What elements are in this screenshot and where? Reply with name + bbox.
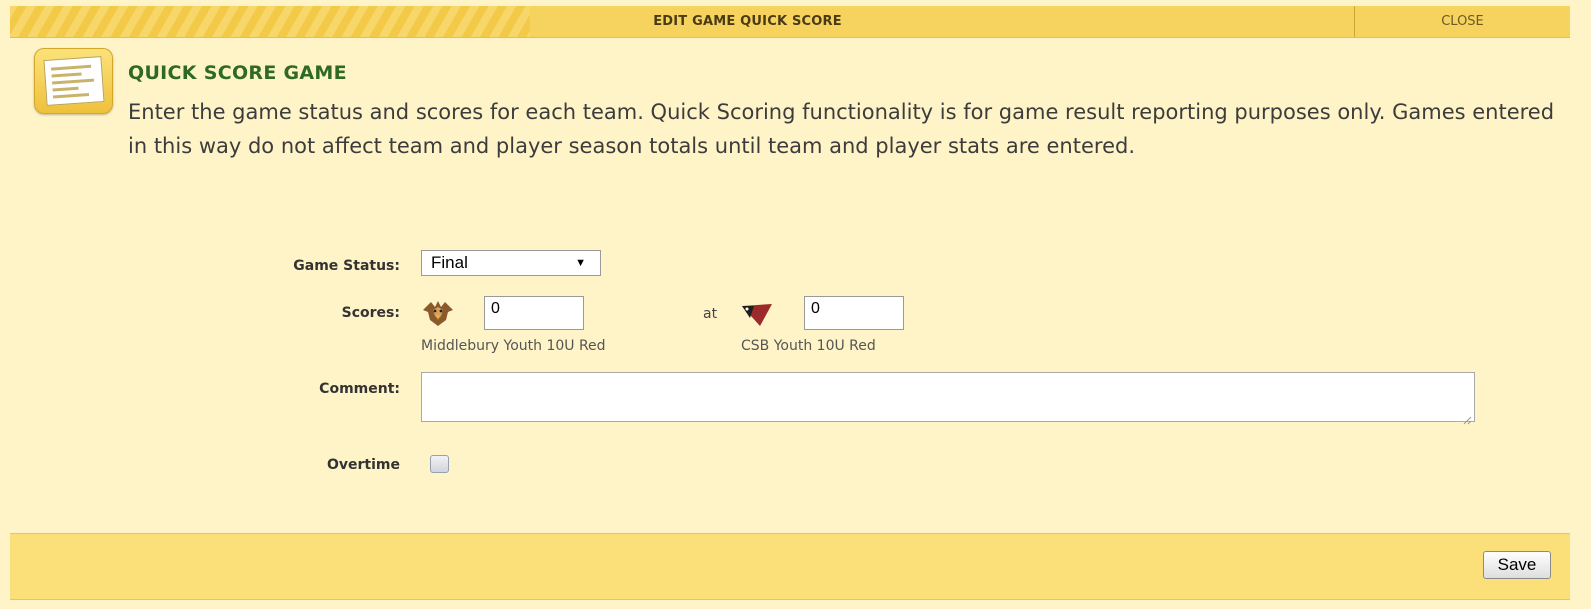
game-status-label: Game Status: xyxy=(293,258,400,274)
quick-score-dialog: EDIT GAME QUICK SCORE CLOSE QUICK SCORE … xyxy=(0,0,1591,609)
game-status-select[interactable]: Final ▼ xyxy=(421,250,601,276)
page-description: Enter the game status and scores for eac… xyxy=(128,100,1555,158)
scoresheet-paper xyxy=(43,56,105,106)
game-status-value: Final xyxy=(431,253,468,272)
at-label: at xyxy=(703,306,718,322)
overtime-checkbox[interactable] xyxy=(430,455,449,473)
scoresheet-icon xyxy=(34,48,113,114)
dropdown-arrow-icon: ▼ xyxy=(575,257,586,269)
away-team-name: Middlebury Youth 10U Red xyxy=(421,338,606,354)
scores-label: Scores: xyxy=(341,305,400,321)
resize-grip-icon[interactable] xyxy=(1462,410,1472,425)
home-team-name: CSB Youth 10U Red xyxy=(741,338,876,354)
page-title: QUICK SCORE GAME xyxy=(128,62,347,84)
comment-label: Comment: xyxy=(319,381,400,397)
hawk-logo-icon xyxy=(423,301,453,326)
bird-logo-icon xyxy=(742,304,772,326)
close-button[interactable]: CLOSE xyxy=(1355,6,1570,37)
overtime-label: Overtime xyxy=(326,457,400,473)
save-button[interactable]: Save xyxy=(1483,551,1551,579)
comment-textarea[interactable] xyxy=(421,372,1475,422)
dialog-titlebar: EDIT GAME QUICK SCORE CLOSE xyxy=(10,6,1570,38)
away-score-input[interactable]: 0 xyxy=(484,296,584,330)
dialog-footer xyxy=(10,533,1570,600)
dialog-title: EDIT GAME QUICK SCORE xyxy=(653,14,842,29)
home-score-input[interactable]: 0 xyxy=(804,296,904,330)
